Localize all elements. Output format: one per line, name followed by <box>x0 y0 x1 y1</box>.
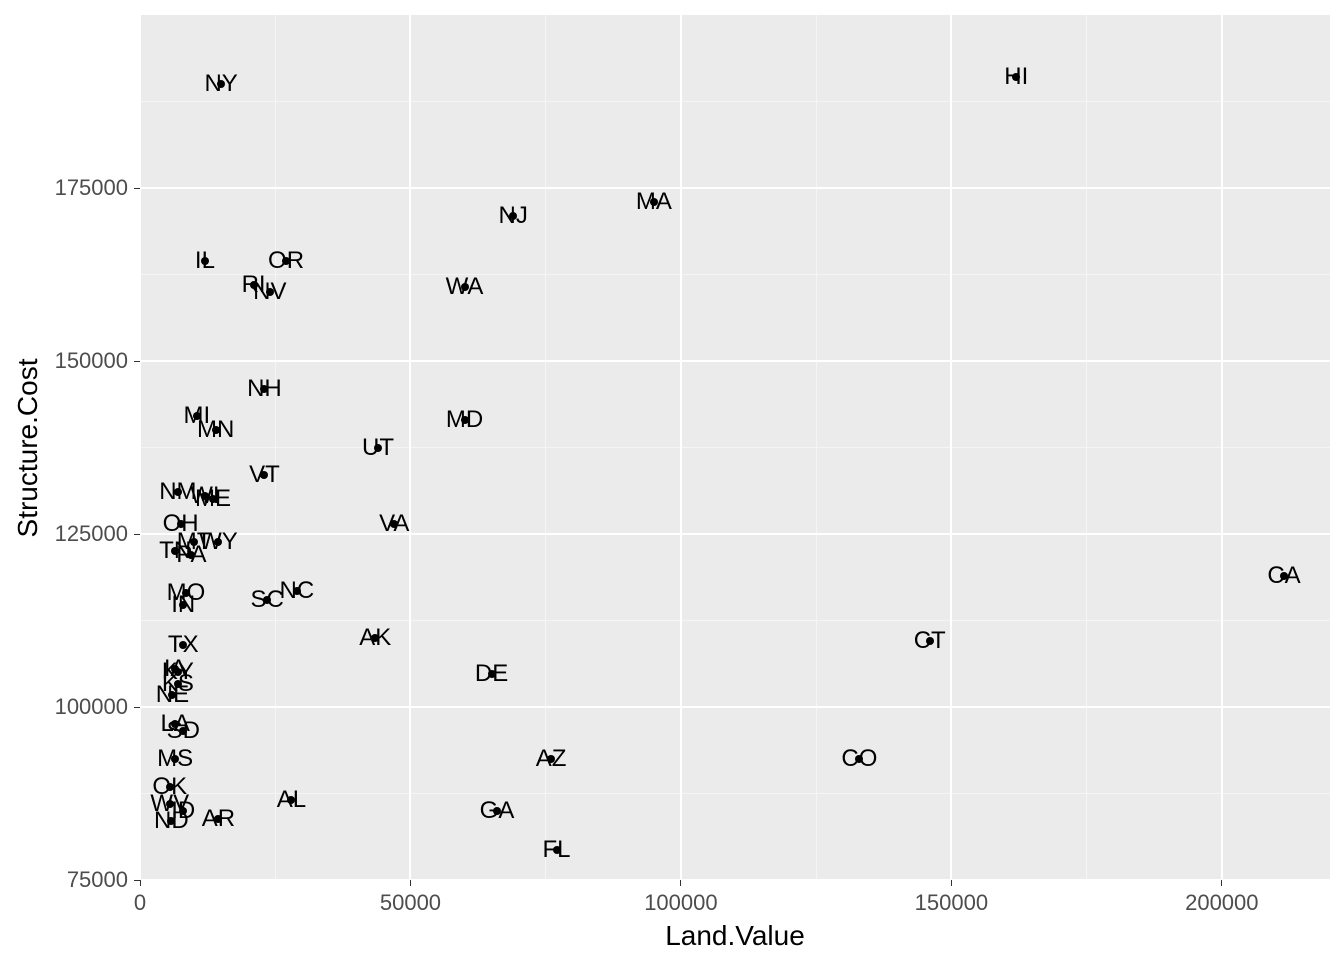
x-tick-label: 200000 <box>1185 890 1258 916</box>
grid-line <box>140 879 1330 881</box>
data-point <box>509 212 517 220</box>
x-axis-title: Land.Value <box>665 920 805 952</box>
y-tick <box>134 880 140 881</box>
grid-line <box>140 793 1330 794</box>
x-tick-label: 150000 <box>915 890 988 916</box>
grid-line <box>816 15 817 880</box>
x-tick <box>1221 880 1222 886</box>
data-point <box>650 198 658 206</box>
grid-line <box>1086 15 1087 880</box>
y-tick-label: 150000 <box>55 348 128 374</box>
grid-line <box>950 15 952 880</box>
x-tick <box>140 880 141 886</box>
x-tick <box>951 880 952 886</box>
y-tick-label: 75000 <box>67 867 128 893</box>
grid-line <box>140 706 1330 708</box>
data-point <box>926 637 934 645</box>
grid-line <box>140 620 1330 621</box>
data-point <box>461 283 469 291</box>
grid-line <box>140 533 1330 535</box>
x-tick-label: 100000 <box>644 890 717 916</box>
data-point <box>493 807 501 815</box>
data-point <box>282 257 290 265</box>
data-point <box>182 589 190 597</box>
data-point <box>171 755 179 763</box>
data-point <box>390 520 398 528</box>
data-point <box>250 281 258 289</box>
data-point <box>293 587 301 595</box>
y-tick <box>134 361 140 362</box>
grid-line <box>140 101 1330 102</box>
y-tick-label: 175000 <box>55 175 128 201</box>
grid-line <box>140 360 1330 362</box>
grid-line <box>140 187 1330 189</box>
data-point <box>166 783 174 791</box>
data-point <box>174 680 182 688</box>
data-point <box>201 257 209 265</box>
y-axis-title: Structure.Cost <box>12 358 44 537</box>
grid-line <box>545 15 546 880</box>
grid-line <box>275 15 276 880</box>
grid-line <box>140 274 1330 275</box>
data-point <box>201 492 209 500</box>
data-point <box>374 444 382 452</box>
data-point <box>553 846 561 854</box>
x-tick-label: 50000 <box>380 890 441 916</box>
x-tick <box>680 880 681 886</box>
grid-line <box>139 15 141 880</box>
data-point <box>1280 572 1288 580</box>
x-tick <box>410 880 411 886</box>
data-point <box>212 426 220 434</box>
y-tick-label: 125000 <box>55 521 128 547</box>
grid-line <box>1221 15 1223 880</box>
data-point <box>179 641 187 649</box>
y-tick <box>134 707 140 708</box>
y-tick-label: 100000 <box>55 694 128 720</box>
data-point <box>263 596 271 604</box>
data-point <box>168 691 176 699</box>
grid-line <box>140 447 1330 448</box>
grid-line <box>409 15 411 880</box>
y-tick <box>134 534 140 535</box>
y-tick <box>134 188 140 189</box>
data-point <box>461 416 469 424</box>
data-point <box>166 800 174 808</box>
grid-line <box>680 15 682 880</box>
chart-container: 0 50000 100000 150000 200000 75000 100000 12500… <box>0 0 1344 960</box>
data-point <box>177 520 185 528</box>
x-tick-label: 0 <box>134 890 146 916</box>
data-point <box>547 755 555 763</box>
data-point <box>266 288 274 296</box>
